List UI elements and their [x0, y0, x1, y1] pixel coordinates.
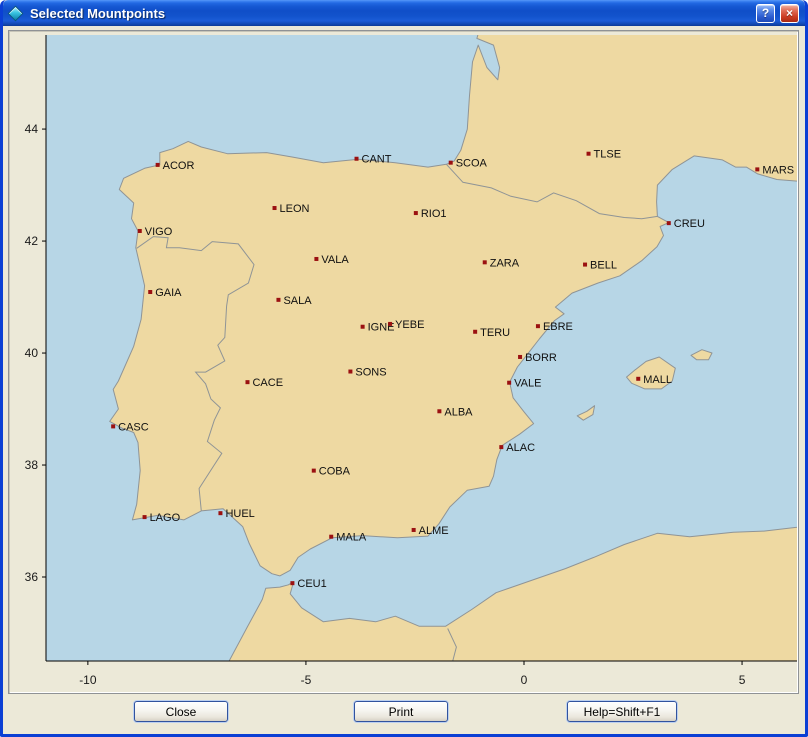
- map-panel: 44 42 40 38 36 -10 -5 0 5 ACOR CANT SCOA TLSE MARS CRE…: [8, 30, 799, 694]
- window-title: Selected Mountpoints: [27, 6, 751, 21]
- station-marker: [148, 290, 152, 294]
- station-label: EBRE: [543, 321, 573, 333]
- station-marker: [312, 469, 316, 473]
- station-label: MALL: [643, 374, 672, 386]
- station-marker: [361, 325, 365, 329]
- station-label: LAGO: [150, 512, 181, 524]
- station-marker: [437, 409, 441, 413]
- station-marker: [636, 377, 640, 381]
- station-label: COBA: [319, 466, 351, 478]
- close-icon: ×: [786, 7, 793, 19]
- station-marker: [218, 511, 222, 515]
- station-label: CACE: [252, 377, 283, 389]
- station-label: YEBE: [395, 319, 424, 331]
- station-label: BELL: [590, 260, 617, 272]
- station-marker: [111, 424, 115, 428]
- station-label: CASC: [118, 421, 149, 433]
- help-shortcut-button[interactable]: Help=Shift+F1: [567, 701, 677, 722]
- y-tick-label: 38: [25, 458, 39, 472]
- station-marker: [499, 445, 503, 449]
- station-label: VALA: [321, 254, 349, 266]
- station-marker: [138, 229, 142, 233]
- station-label: SALA: [283, 295, 312, 307]
- station-marker: [388, 322, 392, 326]
- station-label: CANT: [362, 154, 392, 166]
- station-label: RIO1: [421, 208, 447, 220]
- footer: Close Print Help=Shift+F1: [3, 701, 805, 723]
- station-label: VALE: [514, 378, 541, 390]
- station-label: GAIA: [155, 287, 182, 299]
- close-window-button[interactable]: ×: [780, 4, 799, 23]
- station-label: ALME: [419, 525, 449, 537]
- station-label: LEON: [280, 203, 310, 215]
- y-tick-label: 42: [25, 234, 39, 248]
- titlebar[interactable]: Selected Mountpoints ? ×: [3, 0, 805, 26]
- y-tick-label: 40: [25, 346, 39, 360]
- station-marker: [314, 257, 318, 261]
- station-label: HUEL: [225, 508, 254, 520]
- station-marker: [414, 211, 418, 215]
- x-tick-label: -5: [301, 673, 312, 687]
- station-marker: [143, 515, 147, 519]
- question-icon: ?: [762, 7, 769, 19]
- station-marker: [473, 330, 477, 334]
- dialog-window: Selected Mountpoints ? × 44 42 40 38 36 -10 -5…: [0, 0, 808, 737]
- station-label: BORR: [525, 352, 557, 364]
- station-marker: [507, 381, 511, 385]
- station-label: SONS: [355, 367, 386, 379]
- station-marker: [329, 535, 333, 539]
- station-label: ZARA: [490, 257, 520, 269]
- station-marker: [276, 298, 280, 302]
- station-marker: [449, 161, 453, 165]
- close-dialog-button[interactable]: Close: [134, 701, 228, 722]
- station-marker: [667, 221, 671, 225]
- station-label: ALBA: [444, 406, 473, 418]
- station-marker: [273, 206, 277, 210]
- station-marker: [245, 380, 249, 384]
- y-tick-label: 44: [25, 122, 39, 136]
- x-tick-label: -10: [79, 673, 97, 687]
- y-tick-label: 36: [25, 570, 39, 584]
- station-label: ACOR: [163, 160, 195, 172]
- x-tick-label: 0: [521, 673, 528, 687]
- station-marker: [355, 157, 359, 161]
- station-label: MARS: [762, 164, 794, 176]
- help-button[interactable]: ?: [756, 4, 775, 23]
- station-marker: [290, 581, 294, 585]
- station-marker: [348, 370, 352, 374]
- station-label: SCOA: [456, 158, 488, 170]
- station-marker: [587, 152, 591, 156]
- station-marker: [536, 324, 540, 328]
- station-label: CEU1: [297, 578, 326, 590]
- station-label: ALAC: [506, 442, 535, 454]
- station-marker: [755, 167, 759, 171]
- dialog-content: 44 42 40 38 36 -10 -5 0 5 ACOR CANT SCOA TLSE MARS CRE…: [3, 26, 805, 734]
- x-tick-label: 5: [739, 673, 746, 687]
- mountpoints-map: 44 42 40 38 36 -10 -5 0 5 ACOR CANT SCOA TLSE MARS CRE…: [9, 31, 800, 695]
- station-marker: [483, 260, 487, 264]
- station-marker: [156, 163, 160, 167]
- station-label: CREU: [674, 218, 705, 230]
- station-marker: [518, 355, 522, 359]
- app-icon: [8, 5, 24, 21]
- station-label: TLSE: [594, 149, 622, 161]
- station-marker: [412, 528, 416, 532]
- print-button[interactable]: Print: [354, 701, 448, 722]
- station-label: MALA: [336, 532, 367, 544]
- station-label: TERU: [480, 327, 510, 339]
- station-label: VIGO: [145, 226, 173, 238]
- station-marker: [583, 263, 587, 267]
